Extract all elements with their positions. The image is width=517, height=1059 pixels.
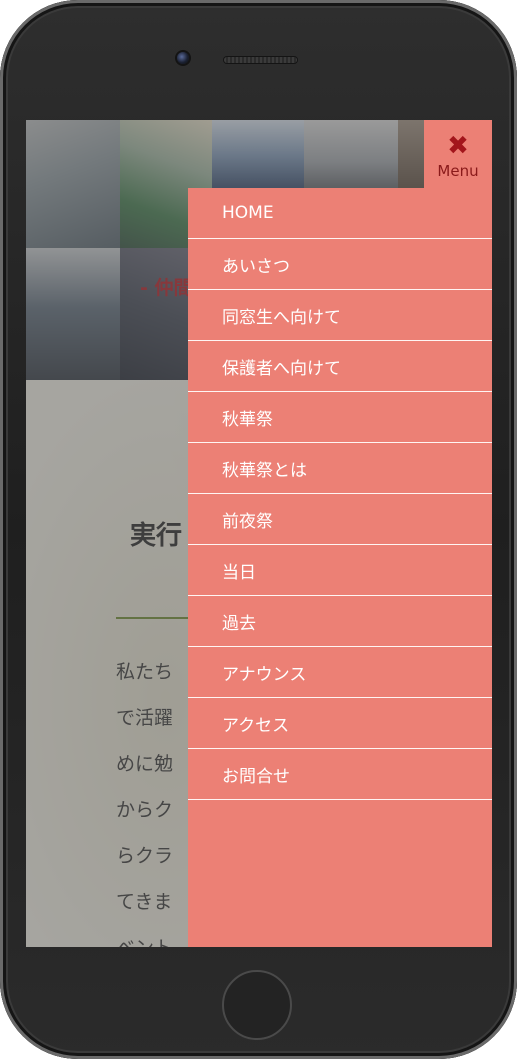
nav-item-parents[interactable]: 保護者へ向けて [188,341,492,392]
nav-item-contact[interactable]: お問合せ [188,749,492,800]
nav-item-home[interactable]: HOME [188,188,492,239]
nav-item-past[interactable]: 過去 [188,596,492,647]
nav-item-festival-day[interactable]: 当日 [188,545,492,596]
nav-item-eve-festival[interactable]: 前夜祭 [188,494,492,545]
screen: - 仲間 実行 私たち で活躍 めに勉 からク らクラ てきま ベント ✖ Me… [26,120,492,947]
close-icon: ✖ [447,131,469,161]
menu-toggle-label: Menu [437,162,479,180]
nav-item-access[interactable]: アクセス [188,698,492,749]
menu-close-button[interactable]: ✖ Menu [424,120,492,188]
home-button[interactable] [222,970,292,1040]
speaker-grille [224,57,297,63]
nav-item-festival[interactable]: 秋華祭 [188,392,492,443]
nav-drawer: HOME あいさつ 同窓生へ向けて 保護者へ向けて 秋華祭 秋華祭とは 前夜祭 … [188,188,492,947]
nav-item-festival-about[interactable]: 秋華祭とは [188,443,492,494]
nav-menu-list: HOME あいさつ 同窓生へ向けて 保護者へ向けて 秋華祭 秋華祭とは 前夜祭 … [188,188,492,800]
nav-item-alumni[interactable]: 同窓生へ向けて [188,290,492,341]
nav-item-announcements[interactable]: アナウンス [188,647,492,698]
camera-icon [177,52,189,64]
nav-item-greeting[interactable]: あいさつ [188,239,492,290]
phone-frame: - 仲間 実行 私たち で活躍 めに勉 からク らクラ てきま ベント ✖ Me… [0,0,517,1059]
